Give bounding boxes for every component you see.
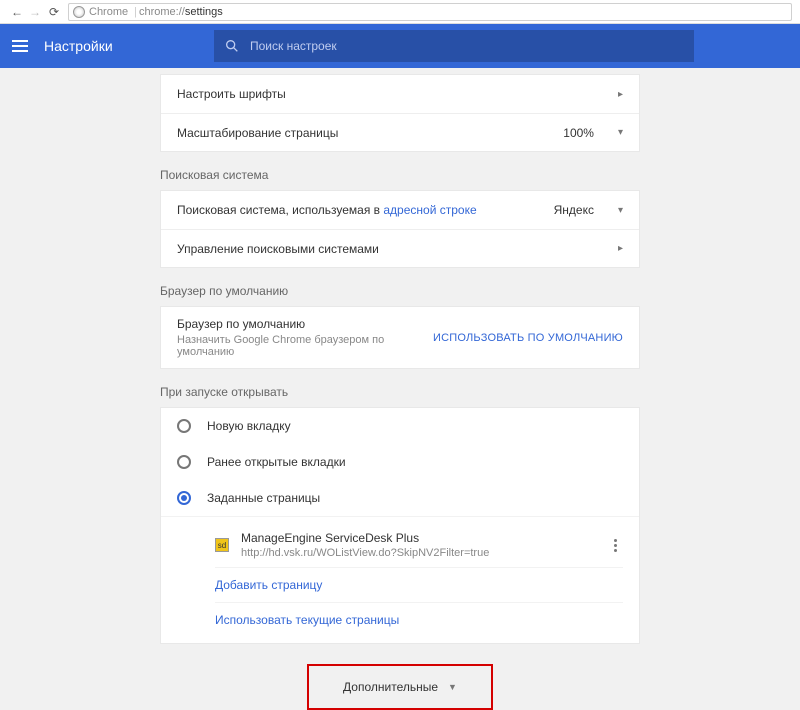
chevron-right-icon: ▸ (618, 243, 623, 254)
option-label: Новую вкладку (207, 419, 291, 433)
search-input[interactable] (250, 39, 684, 53)
search-engine-value: Яндекс (554, 203, 594, 217)
default-search-engine-row[interactable]: Поисковая система, используемая в адресн… (161, 191, 639, 229)
back-button[interactable]: ← (8, 5, 26, 19)
page-zoom-row[interactable]: Масштабирование страницы 100% ▾ (161, 113, 639, 151)
settings-toolbar: Настройки (0, 24, 800, 68)
appearance-card: Настроить шрифты ▸ Масштабирование стран… (160, 74, 640, 152)
advanced-toggle-button[interactable]: Дополнительные ▼ (307, 664, 493, 710)
search-engine-card: Поисковая система, используемая в адресн… (160, 190, 640, 268)
startup-card: Новую вкладку Ранее открытые вкладки Зад… (160, 407, 640, 644)
default-browser-section-title: Браузер по умолчанию (160, 284, 640, 298)
row-label: Масштабирование страницы (177, 126, 338, 140)
startup-page-url: http://hd.vsk.ru/WOListView.do?SkipNV2Fi… (241, 547, 595, 559)
page-favicon-icon: sd (215, 538, 229, 552)
reload-button[interactable]: ⟳ (44, 5, 64, 19)
omnibox-url-path: settings (185, 6, 223, 18)
settings-search[interactable] (214, 30, 694, 62)
omnibox-url-prefix: chrome:// (139, 6, 185, 18)
use-current-pages-link[interactable]: Использовать текущие страницы (215, 602, 623, 637)
chevron-down-icon: ▼ (448, 682, 457, 692)
omnibox-chrome-label: Chrome (89, 6, 128, 18)
address-bar-link[interactable]: адресной строке (383, 203, 476, 217)
search-engine-section-title: Поисковая система (160, 168, 640, 182)
row-label: Настроить шрифты (177, 87, 286, 101)
address-bar[interactable]: Chrome | chrome://settings (68, 3, 792, 21)
startup-option-specific-pages[interactable]: Заданные страницы (161, 480, 639, 516)
radio-icon (177, 419, 191, 433)
chevron-right-icon: ▸ (618, 89, 623, 100)
menu-button[interactable] (12, 40, 30, 52)
site-favicon-icon (73, 6, 85, 18)
advanced-label: Дополнительные (343, 680, 438, 694)
customize-fonts-row[interactable]: Настроить шрифты ▸ (161, 75, 639, 113)
startup-page-title: ManageEngine ServiceDesk Plus (241, 531, 595, 545)
default-browser-card: Браузер по умолчанию Назначить Google Ch… (160, 306, 640, 369)
search-icon (224, 38, 240, 54)
radio-icon-selected (177, 491, 191, 505)
row-label: Поисковая система, используемая в адресн… (177, 203, 477, 217)
row-label: Управление поисковыми системами (177, 242, 379, 256)
startup-page-item: sd ManageEngine ServiceDesk Plus http://… (215, 523, 623, 567)
radio-icon (177, 455, 191, 469)
set-default-button[interactable]: ИСПОЛЬЗОВАТЬ ПО УМОЛЧАНИЮ (433, 332, 623, 344)
startup-option-continue[interactable]: Ранее открытые вкладки (161, 444, 639, 480)
option-label: Ранее открытые вкладки (207, 455, 346, 469)
add-page-link[interactable]: Добавить страницу (215, 567, 623, 602)
forward-button[interactable]: → (26, 5, 44, 19)
dropdown-caret-icon: ▾ (618, 127, 623, 138)
startup-option-new-tab[interactable]: Новую вкладку (161, 408, 639, 444)
omnibox-separator: | (134, 6, 137, 18)
option-label: Заданные страницы (207, 491, 320, 505)
zoom-value: 100% (563, 126, 594, 140)
dropdown-caret-icon: ▾ (618, 205, 623, 216)
startup-section-title: При запуске открывать (160, 385, 640, 399)
default-browser-subtitle: Назначить Google Chrome браузером по умо… (177, 334, 433, 358)
default-browser-title: Браузер по умолчанию (177, 317, 433, 331)
manage-search-engines-row[interactable]: Управление поисковыми системами ▸ (161, 229, 639, 267)
more-options-button[interactable] (607, 539, 623, 552)
page-title: Настройки (44, 38, 194, 54)
